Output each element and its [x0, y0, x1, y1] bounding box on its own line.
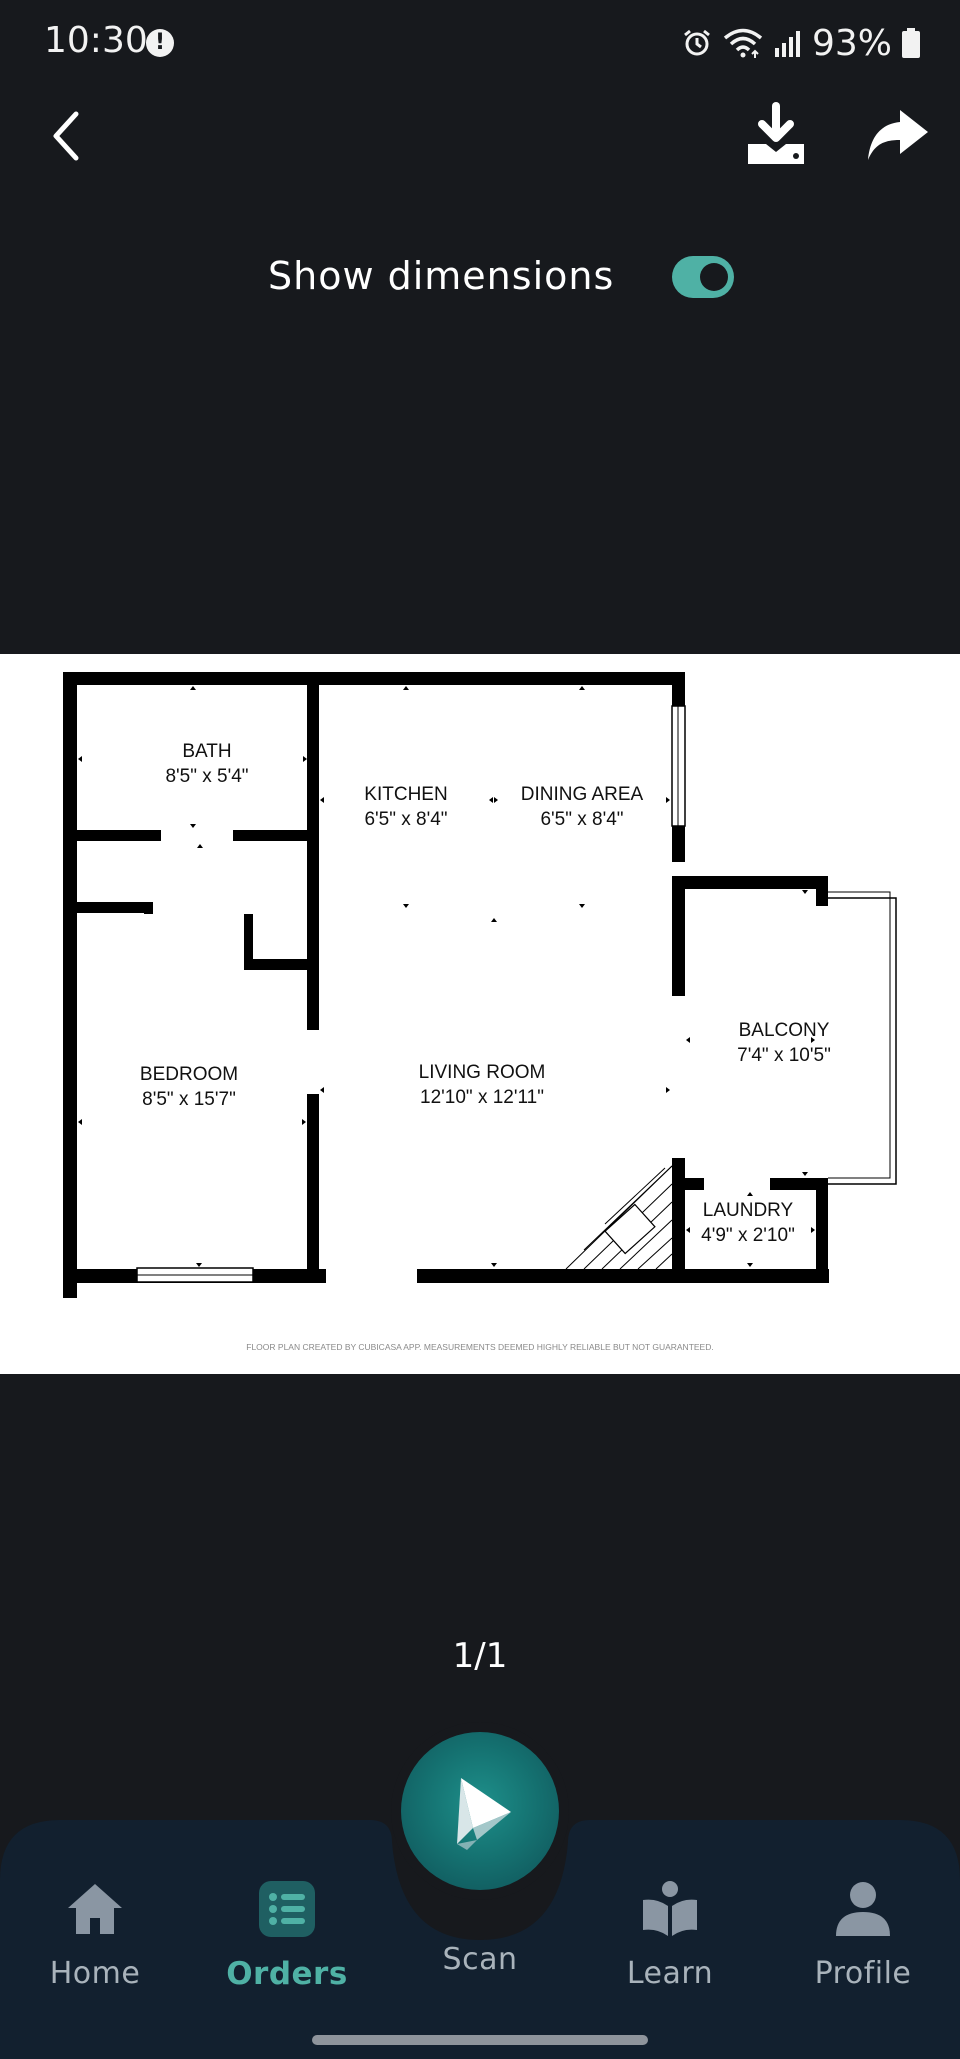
share-arrow-icon [868, 110, 928, 160]
nav-label-scan: Scan [442, 1942, 518, 1977]
floor-plan-disclaimer: FLOOR PLAN CREATED BY CUBICASA APP. MEAS… [246, 1342, 713, 1352]
status-bar: 10:30 ! 93% [0, 0, 960, 86]
room-size-dining: 6'5" x 8'4" [540, 809, 623, 830]
room-size-kitchen: 6'5" x 8'4" [364, 809, 447, 830]
nav-learn[interactable]: Learn [590, 1880, 750, 2020]
room-labels: BATH 8'5" x 5'4" KITCHEN 6'5" x 8'4" DIN… [140, 741, 831, 1246]
status-icons: 93% [682, 20, 920, 66]
status-time: 10:30 [44, 20, 148, 61]
nav-label-orders: Orders [226, 1956, 348, 1992]
battery-level: 93% [811, 22, 892, 64]
floor-plan-image[interactable]: BATH 8'5" x 5'4" KITCHEN 6'5" x 8'4" DIN… [0, 654, 960, 1374]
room-size-bedroom: 8'5" x 15'7" [142, 1089, 236, 1110]
room-size-bath: 8'5" x 5'4" [165, 766, 248, 787]
back-button[interactable] [44, 106, 96, 166]
floor-plan-viewer-screen: 10:30 ! 93% Show dimensions BATH 8'5" x … [0, 0, 960, 2059]
scan-button[interactable] [401, 1732, 559, 1890]
nav-orders[interactable]: Orders [207, 1880, 367, 2020]
nav-label-profile: Profile [814, 1956, 912, 1991]
room-name-dining: DINING AREA [521, 784, 644, 805]
signal-icon [774, 31, 800, 57]
nav-label-learn: Learn [626, 1956, 714, 1991]
room-name-living: LIVING ROOM [419, 1062, 546, 1083]
stairs [565, 1165, 673, 1270]
nav-home[interactable]: Home [15, 1880, 175, 2020]
balcony-railing [828, 897, 897, 1185]
nav-label-home: Home [49, 1956, 141, 1991]
show-dimensions-label: Show dimensions [268, 254, 615, 298]
user-icon [836, 1882, 890, 1936]
alarm-icon [684, 29, 710, 56]
room-size-living: 12'10" x 12'11" [420, 1087, 544, 1108]
room-name-kitchen: KITCHEN [364, 784, 447, 805]
page-indicator: 1/1 [452, 1636, 508, 1676]
gesture-home-indicator[interactable] [312, 2035, 648, 2045]
chevron-left-icon [53, 111, 79, 161]
room-name-balcony: BALCONY [739, 1020, 830, 1041]
download-icon [748, 102, 804, 164]
alert-icon: ! [146, 29, 174, 57]
room-name-bath: BATH [182, 741, 231, 762]
book-reader-icon [643, 1881, 697, 1936]
show-dimensions-toggle[interactable] [672, 256, 734, 298]
show-dimensions-row: Show dimensions [0, 250, 960, 306]
download-button[interactable] [742, 100, 810, 170]
room-name-laundry: LAUNDRY [703, 1200, 794, 1221]
home-icon [68, 1884, 122, 1934]
battery-icon [902, 28, 920, 58]
nav-profile[interactable]: Profile [783, 1880, 943, 2020]
share-button[interactable] [864, 106, 932, 166]
toggle-knob [700, 263, 728, 291]
scan-icon [457, 1778, 511, 1850]
orders-icon [259, 1881, 315, 1937]
room-size-laundry: 4'9" x 2'10" [701, 1225, 795, 1246]
floor-plan-drawing: BATH 8'5" x 5'4" KITCHEN 6'5" x 8'4" DIN… [63, 672, 897, 1352]
wifi-icon [723, 28, 763, 58]
room-size-balcony: 7'4" x 10'5" [737, 1045, 831, 1066]
room-name-bedroom: BEDROOM [140, 1064, 238, 1085]
